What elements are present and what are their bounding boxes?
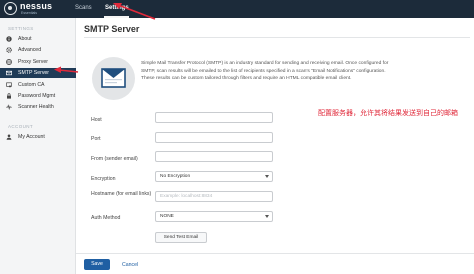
sidebar-item-advanced[interactable]: Advanced — [0, 45, 76, 55]
sidebar-item-label: Scanner Health — [18, 104, 54, 110]
footer-divider — [76, 253, 474, 254]
sidebar-item-label: Custom CA — [18, 82, 45, 88]
hostname-input[interactable]: Example: localhost:8834 — [155, 191, 273, 202]
host-label: Host — [91, 117, 102, 123]
from-label: From (sender email) — [91, 156, 138, 162]
heartbeat-icon — [6, 104, 12, 111]
chevron-down-icon — [265, 175, 269, 178]
host-input[interactable] — [155, 112, 273, 123]
chevron-down-icon — [265, 215, 269, 218]
auth-method-label: Auth Method — [91, 215, 121, 221]
cancel-link[interactable]: Cancel — [122, 262, 138, 268]
top-navigation-bar: nessus Essentials Scans Settings — [0, 0, 474, 18]
sidebar-item-scanner-health[interactable]: Scanner Health — [0, 102, 76, 112]
user-icon — [6, 134, 12, 140]
auth-method-selected-value: NONE — [160, 214, 174, 219]
encryption-select[interactable]: No Encryption — [155, 171, 273, 182]
title-divider — [84, 37, 470, 38]
envelope-icon — [101, 68, 126, 88]
mail-illustration — [92, 57, 135, 100]
encryption-selected-value: No Encryption — [160, 174, 191, 179]
info-icon — [6, 36, 12, 42]
page-title: SMTP Server — [84, 24, 140, 34]
smtp-description: Simple Mail Transfer Protocol (SMTP) is … — [141, 61, 389, 82]
certificate-icon — [6, 82, 12, 88]
encryption-label: Encryption — [91, 176, 116, 182]
brand-subtitle: Essentials — [21, 11, 37, 15]
sidebar-section-account: ACCOUNT — [8, 124, 34, 129]
hostname-label: Hostname (for email links) — [91, 191, 152, 197]
nav-scans[interactable]: Scans — [75, 5, 92, 11]
sidebar-item-about[interactable]: About — [0, 34, 76, 44]
sidebar-item-label: SMTP Server — [18, 70, 50, 76]
port-label: Port — [91, 136, 101, 142]
sidebar-item-label: Password Mgmt — [18, 93, 56, 99]
nessus-logo[interactable]: nessus Essentials — [4, 1, 64, 16]
sidebar-item-label: Advanced — [18, 47, 42, 53]
annotation-note: 配置服务器，允许其将结果发送到自己的邮箱 — [318, 110, 458, 117]
from-email-input[interactable] — [155, 151, 273, 162]
sidebar-item-label: About — [18, 36, 32, 42]
sidebar-item-my-account[interactable]: My Account — [0, 132, 76, 142]
sidebar-item-label: Proxy Server — [18, 59, 48, 65]
gear-icon — [6, 47, 12, 53]
auth-method-select[interactable]: NONE — [155, 211, 273, 222]
brand-name: nessus — [20, 1, 53, 11]
annotation-arrow-smtp — [54, 66, 79, 73]
globe-icon — [6, 59, 12, 65]
port-input[interactable] — [155, 132, 273, 143]
sidebar-item-custom-ca[interactable]: Custom CA — [0, 80, 76, 90]
sidebar-item-label: My Account — [18, 134, 45, 140]
mail-icon — [6, 70, 12, 76]
nessus-logo-icon — [4, 2, 17, 15]
save-button[interactable]: Save — [84, 259, 110, 270]
send-test-email-button[interactable]: Send Test Email — [155, 232, 207, 243]
annotation-arrow-settings — [113, 3, 156, 20]
sidebar-section-settings: SETTINGS — [8, 26, 34, 31]
lock-icon — [6, 93, 12, 99]
sidebar-item-password-mgmt[interactable]: Password Mgmt — [0, 91, 76, 101]
